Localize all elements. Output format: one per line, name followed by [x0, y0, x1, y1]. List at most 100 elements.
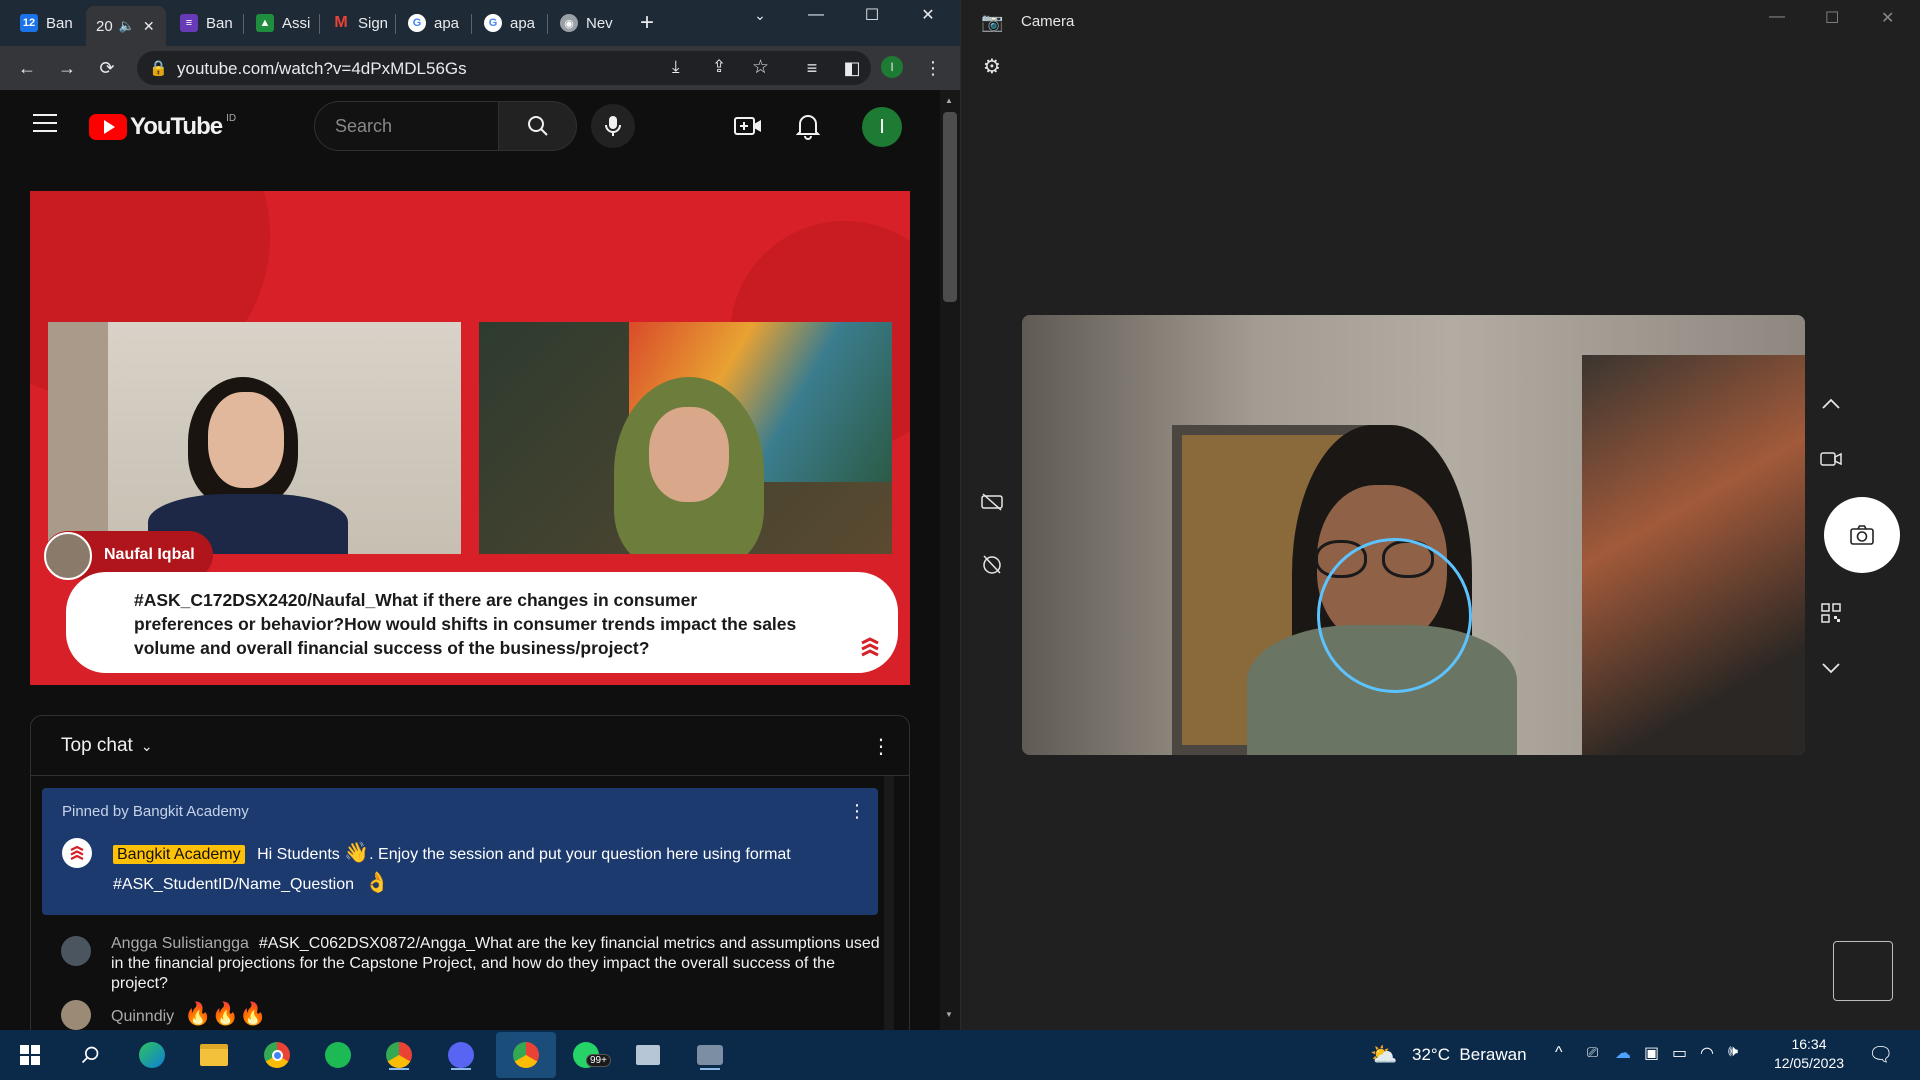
teams-meet-icon[interactable]: ⎚: [1587, 1044, 1598, 1061]
scrollbar-thumb[interactable]: [943, 112, 957, 302]
close-tab-icon[interactable]: ✕: [143, 18, 155, 35]
chrome-active-icon[interactable]: [496, 1032, 556, 1078]
pinned-menu-kebab-icon[interactable]: ⋮: [848, 801, 866, 822]
youtube-play-icon: [89, 114, 127, 140]
tab-separator: [395, 14, 396, 34]
scroll-down-arrow-icon[interactable]: ▼: [945, 1010, 953, 1019]
chevron-up-icon[interactable]: [1818, 391, 1844, 417]
tab-5[interactable]: M Sign: [322, 6, 392, 40]
camera-maximize-button[interactable]: ☐: [1825, 8, 1839, 28]
battery-icon[interactable]: ▭: [1672, 1043, 1687, 1063]
back-icon[interactable]: ←: [15, 56, 39, 80]
student-video-tile: [479, 322, 892, 554]
taskbar-clock[interactable]: 16:34 12/05/2023: [1769, 1036, 1849, 1071]
chevron-down-icon[interactable]: [1818, 655, 1844, 681]
tab-label: apa: [434, 14, 460, 32]
tab-separator: [471, 14, 472, 34]
edge-browser-icon[interactable]: [134, 1038, 170, 1072]
forward-icon[interactable]: →: [55, 56, 79, 80]
chrome-icon[interactable]: [259, 1038, 295, 1072]
notifications-bell-icon[interactable]: [795, 112, 821, 145]
chat-author[interactable]: Angga Sulistiangga: [111, 935, 249, 952]
tab-4[interactable]: ▲ Assi: [246, 6, 316, 40]
take-photo-button[interactable]: [1824, 497, 1900, 573]
participant-name: Naufal Iqbal: [104, 546, 195, 563]
install-icon[interactable]: ⤓: [672, 57, 680, 77]
region-code: ID: [226, 112, 237, 124]
chrome-icon: ◉: [560, 14, 578, 32]
settings-gear-icon[interactable]: ⚙: [979, 53, 1005, 79]
page-scrollbar[interactable]: ▲ ▼: [940, 90, 960, 1030]
weather-text[interactable]: 32°C Berawan: [1412, 1045, 1527, 1065]
camera-close-button[interactable]: ✕: [1881, 8, 1894, 28]
tab-1[interactable]: 12 Ban: [10, 6, 85, 40]
close-window-button[interactable]: ✕: [900, 0, 956, 30]
tab-search-icon[interactable]: ⌄: [732, 0, 788, 30]
file-explorer-icon[interactable]: [196, 1038, 232, 1072]
chrome-profile-icon[interactable]: [381, 1038, 417, 1072]
youtube-avatar[interactable]: I: [862, 107, 902, 147]
maximize-button[interactable]: ☐: [844, 0, 900, 30]
share-icon[interactable]: ⇪: [712, 57, 726, 77]
create-video-icon[interactable]: [734, 115, 762, 142]
pinned-label: Pinned by Bangkit Academy: [62, 803, 249, 820]
show-hidden-icons-chevron[interactable]: ^: [1555, 1044, 1563, 1062]
moderator-badge-author: Bangkit Academy: [113, 845, 245, 864]
youtube-logo[interactable]: YouTube ID: [89, 113, 236, 141]
new-tab-button[interactable]: +: [630, 6, 670, 40]
chat-title: Top chat: [61, 735, 133, 756]
chat-author[interactable]: Quinndiy: [111, 1008, 174, 1025]
scroll-up-arrow-icon[interactable]: ▲: [945, 96, 953, 105]
chat-menu-kebab-icon[interactable]: ⋮: [871, 734, 891, 759]
video-player[interactable]: Naufal Iqbal #ASK_C172DSX2420/Naufal_Wha…: [30, 191, 910, 685]
camera-shutter-icon: [1850, 525, 1874, 545]
address-bar[interactable]: 🔒 youtube.com/watch?v=4dPxMDL56Gs ⤓ ⇪ ☆: [137, 51, 871, 85]
classroom-icon: ▲: [256, 14, 274, 32]
logo-text: YouTube: [130, 113, 223, 140]
tab-2-active[interactable]: 20 🔈 ✕: [86, 6, 166, 46]
profile-avatar[interactable]: I: [881, 56, 903, 78]
video-mode-icon[interactable]: [1818, 446, 1844, 472]
face-detection-circle: [1317, 538, 1472, 693]
minimize-button[interactable]: —: [788, 0, 844, 30]
camera-taskbar-icon[interactable]: [692, 1038, 728, 1072]
tab-separator: [319, 14, 320, 34]
onedrive-cloud-icon[interactable]: ☁: [1615, 1043, 1631, 1063]
search-input[interactable]: Search: [314, 101, 499, 151]
camera-minimize-button[interactable]: —: [1769, 8, 1785, 26]
voice-search-button[interactable]: [591, 104, 635, 148]
reload-icon[interactable]: ⟳: [95, 56, 119, 80]
display-icon[interactable]: ▣: [1644, 1043, 1659, 1063]
start-windows-icon[interactable]: [12, 1038, 48, 1072]
media-control-icon[interactable]: ≡: [800, 56, 824, 80]
wifi-icon[interactable]: ◠: [1700, 1043, 1714, 1063]
audio-icon[interactable]: 🔈: [119, 18, 135, 34]
weather-cloud-icon[interactable]: ⛅: [1370, 1042, 1397, 1068]
qr-code-scan-icon[interactable]: [1818, 600, 1844, 626]
bookmark-star-icon[interactable]: ☆: [752, 56, 769, 79]
spotify-icon[interactable]: [320, 1038, 356, 1072]
hamburger-menu-icon[interactable]: [33, 114, 57, 132]
whatsapp-icon[interactable]: 99+: [568, 1038, 611, 1072]
side-panel-icon[interactable]: ◧: [840, 56, 864, 80]
hdr-off-icon[interactable]: [979, 489, 1005, 515]
tab-6[interactable]: G apa: [398, 6, 468, 40]
chat-scrollbar[interactable]: [884, 776, 894, 1039]
menu-kebab-icon[interactable]: ⋮: [921, 56, 945, 80]
snipping-tool-icon[interactable]: [630, 1038, 666, 1072]
lock-icon[interactable]: 🔒: [149, 59, 168, 77]
volume-icon[interactable]: 🕪: [1728, 1043, 1738, 1061]
timer-off-icon[interactable]: [979, 551, 1005, 577]
tab-8[interactable]: ◉ Nev: [550, 6, 620, 40]
search-button[interactable]: [498, 101, 577, 151]
url-text[interactable]: youtube.com/watch?v=4dPxMDL56Gs: [177, 59, 467, 79]
tab-3[interactable]: ≡ Ban: [170, 6, 240, 40]
tab-7[interactable]: G apa: [474, 6, 544, 40]
notification-center-icon[interactable]: 🗨: [1868, 1042, 1893, 1067]
camera-window-title: Camera: [1021, 13, 1075, 30]
search-icon[interactable]: [72, 1038, 108, 1072]
google-icon: G: [484, 14, 502, 32]
last-photo-thumbnail[interactable]: [1833, 941, 1893, 1001]
chat-mode-dropdown[interactable]: Top chat ⌄: [61, 735, 153, 757]
discord-icon[interactable]: [443, 1038, 479, 1072]
